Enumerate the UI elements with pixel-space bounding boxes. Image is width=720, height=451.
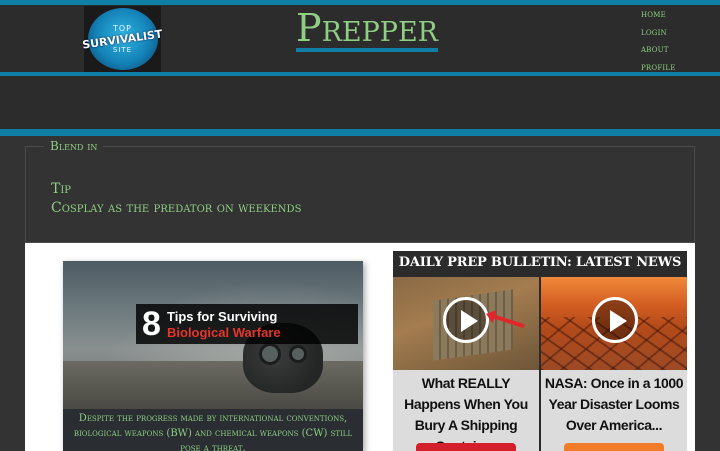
play-icon[interactable]: [443, 297, 489, 343]
watch-video-button[interactable]: [416, 443, 516, 451]
news-tile-image[interactable]: [541, 277, 687, 370]
logo-badge: TOP SURVIVALIST SITE: [82, 8, 163, 70]
mask-lens-left: [259, 343, 281, 365]
logo-site-text: SITE: [112, 46, 133, 54]
news-tile-shipping-container[interactable]: What REALLY Happens When You Bury A Ship…: [393, 277, 539, 451]
article-title-line1: Tips for Surviving: [167, 309, 278, 324]
news-tile-nasa-disaster[interactable]: NASA: Once in a 1000 Year Disaster Looms…: [541, 277, 687, 451]
site-title[interactable]: Prepper: [296, 8, 438, 52]
news-tile-headline[interactable]: NASA: Once in a 1000 Year Disaster Looms…: [541, 373, 687, 436]
nav-about-link[interactable]: ABOUT: [641, 45, 716, 63]
play-icon[interactable]: [592, 297, 638, 343]
header-band: [0, 76, 720, 129]
bulletin-title: DAILY PREP BULLETIN: LATEST NEWS: [398, 255, 682, 270]
tip-text: Cosplay as the predator on weekends: [51, 200, 302, 216]
tip-label: Tip: [51, 181, 72, 197]
nav-login-link[interactable]: LOGIN: [641, 28, 716, 46]
article-card[interactable]: 8 Tips for Surviving Biological Warfare …: [63, 261, 363, 451]
nav-profile-link[interactable]: PROFILE: [641, 63, 716, 81]
news-bulletin: DAILY PREP BULLETIN: LATEST NEWS What RE…: [393, 251, 687, 451]
tip-fieldset: Blend in: [25, 139, 695, 243]
mask-lens-right: [289, 345, 307, 363]
tip-legend: Blend in: [50, 139, 98, 153]
main-nav: HOME LOGIN ABOUT PROFILE: [641, 10, 716, 80]
watch-video-button[interactable]: [564, 443, 664, 451]
article-title-line2: Biological Warfare: [167, 325, 281, 340]
band-accent-line: [0, 129, 720, 136]
news-tile-headline[interactable]: What REALLY Happens When You Bury A Ship…: [393, 373, 539, 451]
nav-home-link[interactable]: HOME: [641, 10, 716, 28]
top-survivalist-site-logo[interactable]: TOP SURVIVALIST SITE: [82, 6, 163, 72]
news-tile-image[interactable]: [393, 277, 539, 370]
article-caption[interactable]: Despite the progress made by internation…: [63, 411, 363, 451]
article-image[interactable]: 8 Tips for Surviving Biological Warfare: [63, 261, 363, 409]
article-number: 8: [142, 305, 161, 343]
